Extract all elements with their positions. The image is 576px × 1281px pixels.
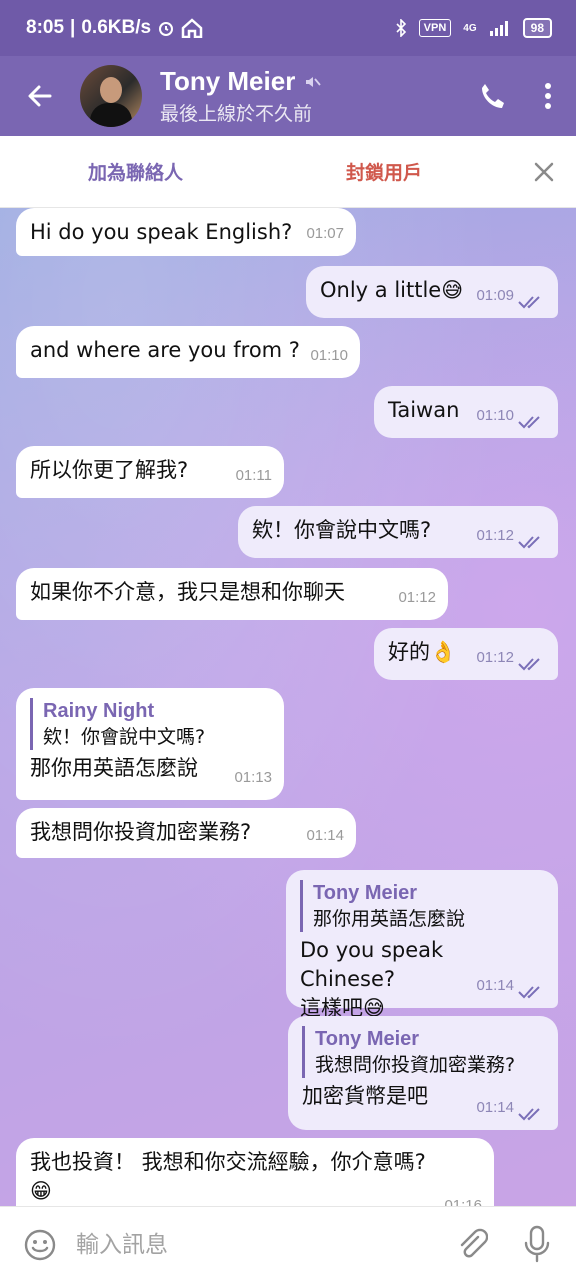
emoji-icon[interactable]	[24, 1229, 56, 1261]
message-time: 01:12	[476, 649, 514, 666]
message-bubble[interactable]: Hi do you speak English? 01:07	[16, 208, 356, 256]
message-text: 欸！你會說中文嗎?	[252, 518, 432, 542]
message-time: 01:11	[235, 467, 272, 484]
signal-icon	[489, 21, 508, 36]
home-icon	[181, 18, 203, 38]
block-user-button[interactable]: 封鎖用戶	[346, 158, 422, 185]
message-text: 如果你不介意，我只是想和你聊天	[30, 580, 345, 604]
status-time: 8:05	[26, 17, 65, 38]
phone-icon	[482, 84, 504, 108]
attach-icon[interactable]	[456, 1227, 488, 1263]
message-bubble[interactable]: 我也投資！ 我想和你交流經驗，你介意嗎? 😁 01:16	[16, 1138, 494, 1206]
message-time: 01:10	[476, 407, 514, 424]
mute-icon	[306, 76, 322, 87]
message-composer	[0, 1206, 576, 1281]
status-speed: 0.6KB/s	[81, 17, 152, 38]
reply-message-bubble[interactable]: Rainy Night 欸！你會說中文嗎? 那你用英語怎麼說 01:13	[16, 688, 284, 800]
message-bubble[interactable]: 如果你不介意，我只是想和你聊天 01:12	[16, 568, 448, 620]
chat-title[interactable]: Tony Meier 最後上線於不久前	[160, 66, 464, 126]
mic-icon[interactable]	[522, 1225, 552, 1263]
reply-quote[interactable]: Rainy Night 欸！你會說中文嗎?	[30, 698, 270, 750]
message-bubble[interactable]: Taiwan 01:10	[374, 386, 558, 438]
reply-message-bubble[interactable]: Tony Meier 我想問你投資加密業務? 加密貨幣是吧 01:14	[288, 1016, 558, 1130]
add-contact-button[interactable]: 加為聯絡人	[88, 158, 183, 185]
double-check-icon	[518, 658, 540, 671]
message-time: 01:14	[476, 1099, 514, 1116]
message-bubble[interactable]: 好的👌 01:12	[374, 628, 558, 680]
message-text: 我想問你投資加密業務?	[30, 820, 252, 844]
back-arrow-icon	[28, 85, 52, 107]
more-vert-icon	[545, 83, 551, 109]
avatar[interactable]	[80, 65, 142, 127]
message-time: 01:16	[444, 1197, 482, 1206]
message-time: 01:07	[306, 225, 344, 242]
battery-icon: 98	[522, 18, 552, 38]
message-text: 好的👌	[388, 640, 457, 664]
quote-author: Tony Meier	[313, 882, 418, 904]
message-text: 所以你更了解我?	[30, 458, 189, 482]
contact-name: Tony Meier	[160, 66, 296, 96]
back-button[interactable]	[0, 56, 80, 136]
message-text: 那你用英語怎麼說	[30, 756, 198, 780]
quote-author: Tony Meier	[315, 1028, 420, 1050]
status-right: VPN 4G 98	[395, 18, 552, 38]
message-time: 01:10	[310, 347, 348, 364]
network-type: 4G	[463, 22, 477, 34]
message-bubble[interactable]: 我想問你投資加密業務? 01:14	[16, 808, 356, 858]
reply-message-bubble[interactable]: Tony Meier 那你用英語怎麼說 Do you speak Chinese…	[286, 870, 558, 1020]
status-left: 8:05 | 0.6KB/s	[26, 17, 203, 39]
message-time: 01:14	[476, 977, 514, 994]
quote-text: 欸！你會說中文嗎?	[43, 726, 206, 748]
message-list[interactable]: Hi do you speak English? 01:07 Only a li…	[0, 208, 576, 1206]
reply-quote[interactable]: Tony Meier 那你用英語怎麼說	[300, 880, 544, 932]
close-icon[interactable]	[530, 158, 558, 186]
chat-header: Tony Meier 最後上線於不久前	[0, 56, 576, 136]
message-text: 我也投資！ 我想和你交流經驗，你介意嗎?	[30, 1150, 426, 1174]
alarm-icon	[159, 22, 174, 36]
double-check-icon	[518, 416, 540, 429]
message-text: Taiwan	[388, 398, 460, 422]
message-bubble[interactable]: and where are you from ? 01:10	[16, 326, 360, 378]
message-text-line2: 😁	[30, 1179, 52, 1203]
quote-text: 那你用英語怎麼說	[313, 908, 466, 930]
message-bubble[interactable]: 欸！你會說中文嗎? 01:12	[238, 506, 558, 558]
more-menu-button[interactable]	[520, 56, 576, 136]
double-check-icon	[518, 536, 540, 549]
message-time: 01:09	[476, 287, 514, 304]
double-check-icon	[518, 986, 540, 999]
reply-quote[interactable]: Tony Meier 我想問你投資加密業務?	[302, 1026, 544, 1078]
last-seen: 最後上線於不久前	[160, 103, 313, 125]
message-bubble[interactable]: Only a little😅 01:09	[306, 266, 558, 318]
message-text: Only a little😅	[320, 278, 464, 302]
quote-text: 我想問你投資加密業務?	[315, 1054, 516, 1076]
double-check-icon	[518, 1108, 540, 1121]
double-check-icon	[518, 296, 540, 309]
vpn-indicator: VPN	[418, 19, 452, 37]
message-time: 01:12	[398, 589, 436, 606]
bluetooth-icon	[396, 19, 406, 37]
contact-action-bar: 加為聯絡人 封鎖用戶	[0, 136, 576, 208]
message-text: Hi do you speak English?	[30, 220, 293, 244]
message-text: and where are you from ?	[30, 338, 300, 362]
message-time: 01:14	[306, 827, 344, 844]
message-bubble[interactable]: 所以你更了解我? 01:11	[16, 446, 284, 498]
message-time: 01:13	[234, 769, 272, 786]
status-bar: 8:05 | 0.6KB/s VPN 4G 98	[0, 0, 576, 56]
quote-author: Rainy Night	[43, 700, 155, 722]
call-button[interactable]	[464, 56, 520, 136]
message-text: 加密貨幣是吧	[302, 1084, 428, 1108]
message-time: 01:12	[476, 527, 514, 544]
message-input[interactable]	[74, 1227, 438, 1263]
